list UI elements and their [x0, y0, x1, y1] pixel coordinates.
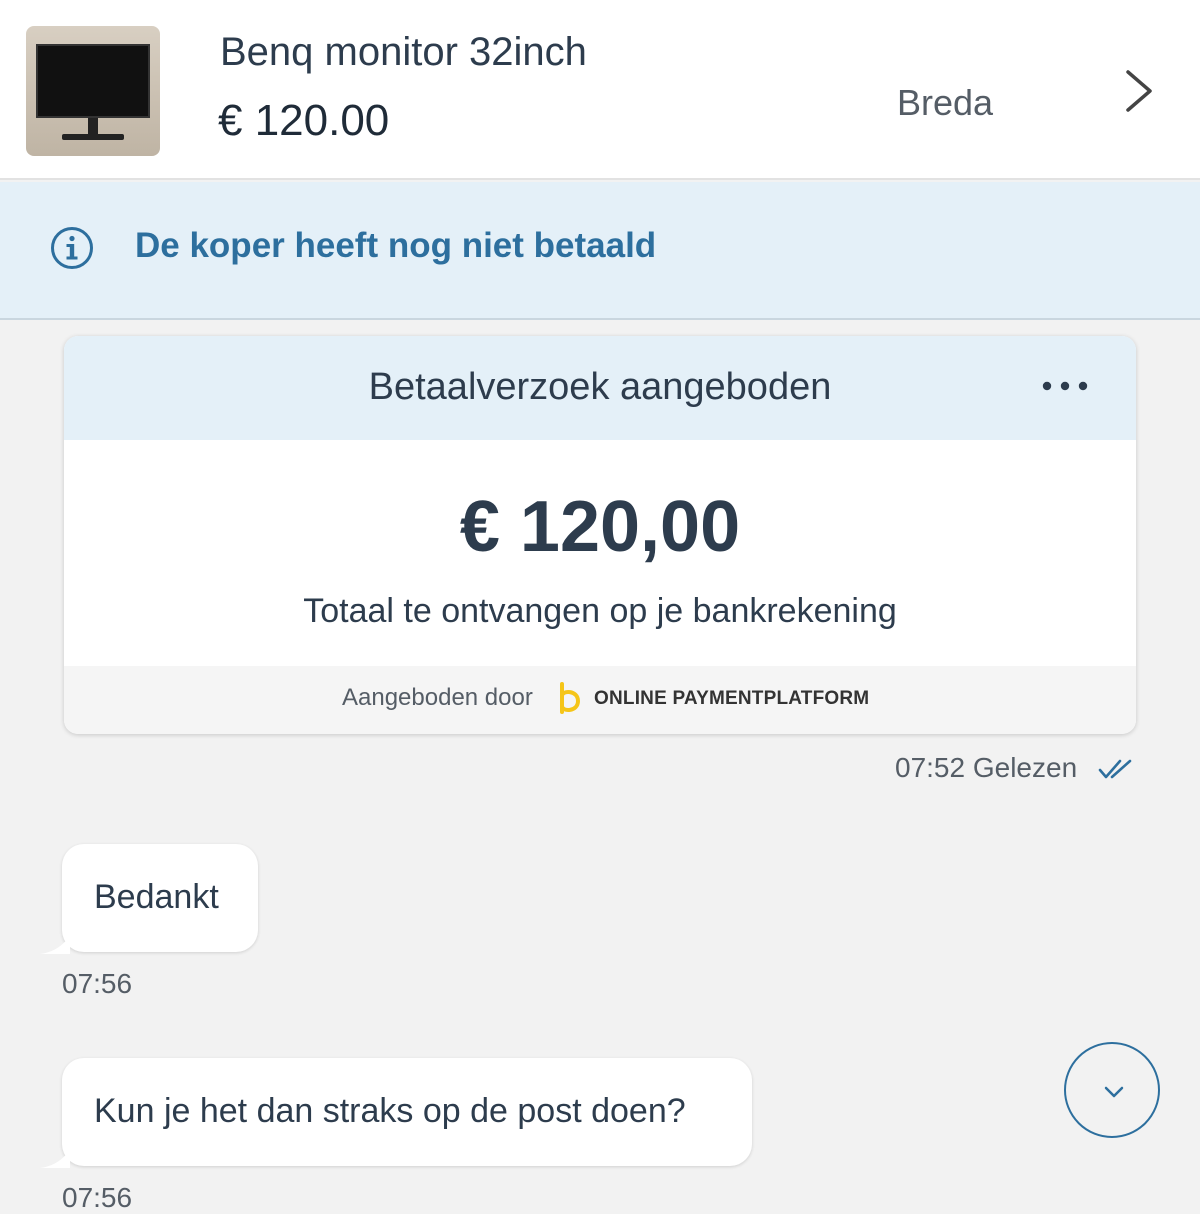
- payment-card-footer: Aangeboden door ONLINE PAYMENTPLATFORM: [64, 666, 1136, 734]
- listing-header[interactable]: Benq monitor 32inch € 120.00 Breda: [0, 0, 1200, 180]
- payment-card-title: Betaalverzoek aangeboden: [368, 366, 832, 408]
- bubble-tail-shape: [40, 936, 70, 954]
- online-paymentplatform-logo-icon: [560, 682, 581, 714]
- listing-price: € 120.00: [218, 96, 390, 145]
- read-status: Gelezen: [972, 752, 1078, 783]
- scroll-to-bottom-button[interactable]: [1064, 1042, 1160, 1138]
- listing-thumbnail[interactable]: [26, 26, 160, 156]
- message-text: Kun je het dan straks op de post doen?: [94, 1092, 686, 1130]
- monitor-base-shape: [62, 134, 124, 140]
- message-time: 07:56: [62, 1182, 133, 1213]
- info-icon: [51, 227, 93, 269]
- message-text: Bedankt: [94, 878, 219, 916]
- payment-amount: € 120,00: [459, 487, 741, 567]
- chevron-right-icon[interactable]: [1120, 66, 1156, 116]
- double-check-icon: [1098, 759, 1132, 779]
- listing-title: Benq monitor 32inch: [220, 30, 587, 74]
- offered-by-label: Aangeboden door: [342, 684, 533, 711]
- bubble-tail-shape: [40, 1150, 70, 1168]
- listing-location: Breda: [897, 82, 994, 123]
- payment-request-card[interactable]: Betaalverzoek aangeboden € 120,00 Totaal…: [64, 336, 1136, 734]
- payment-provider-name: ONLINE PAYMENTPLATFORM: [594, 688, 870, 709]
- message-meta: 07:52 Gelezen: [895, 752, 1077, 784]
- message-bubble[interactable]: Kun je het dan straks op de post doen?: [40, 1058, 752, 1168]
- payment-subtitle: Totaal te ontvangen op je bankrekening: [303, 592, 897, 630]
- message-bubble[interactable]: Bedankt: [40, 844, 258, 954]
- monitor-screen-shape: [36, 44, 150, 118]
- more-horizontal-icon[interactable]: [1042, 380, 1088, 392]
- chevron-down-icon: [1104, 1086, 1124, 1098]
- sent-time: 07:52: [895, 752, 966, 783]
- banner-text: De koper heeft nog niet betaald: [135, 226, 657, 265]
- message-time: 07:56: [62, 968, 133, 999]
